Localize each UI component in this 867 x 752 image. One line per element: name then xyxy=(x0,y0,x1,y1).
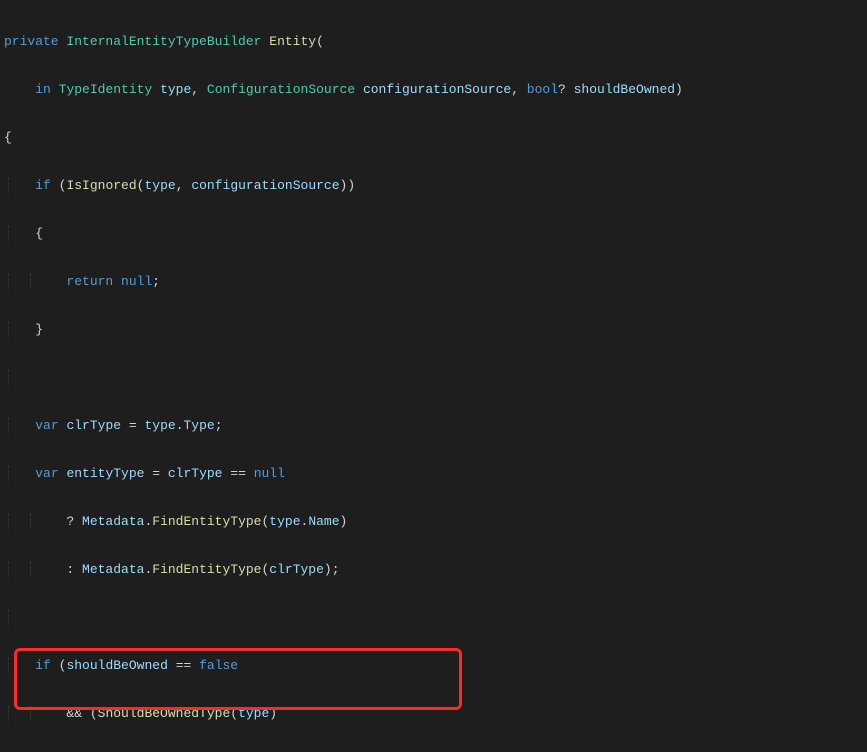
indent-guide xyxy=(8,178,10,194)
code-line xyxy=(4,370,867,386)
code-line: if (IsIgnored(type, configurationSource)… xyxy=(4,178,867,194)
code-line: { xyxy=(4,226,867,242)
keyword-private: private xyxy=(4,34,59,49)
code-line: ? Metadata.FindEntityType(type.Name) xyxy=(4,514,867,530)
method-name: Entity xyxy=(269,34,316,49)
code-line: return null; xyxy=(4,274,867,290)
code-line: private InternalEntityTypeBuilder Entity… xyxy=(4,34,867,50)
code-line: } xyxy=(4,322,867,338)
code-line xyxy=(4,610,867,626)
code-line: var clrType = type.Type; xyxy=(4,418,867,434)
type-name: InternalEntityTypeBuilder xyxy=(66,34,261,49)
code-line: if (shouldBeOwned == false xyxy=(4,658,867,674)
code-line: : Metadata.FindEntityType(clrType); xyxy=(4,562,867,578)
code-editor[interactable]: private InternalEntityTypeBuilder Entity… xyxy=(0,0,867,752)
code-line: in TypeIdentity type, ConfigurationSourc… xyxy=(4,82,867,98)
code-line: { xyxy=(4,130,867,146)
code-line: var entityType = clrType == null xyxy=(4,466,867,482)
code-line: && (ShouldBeOwnedType(type) xyxy=(4,706,867,722)
